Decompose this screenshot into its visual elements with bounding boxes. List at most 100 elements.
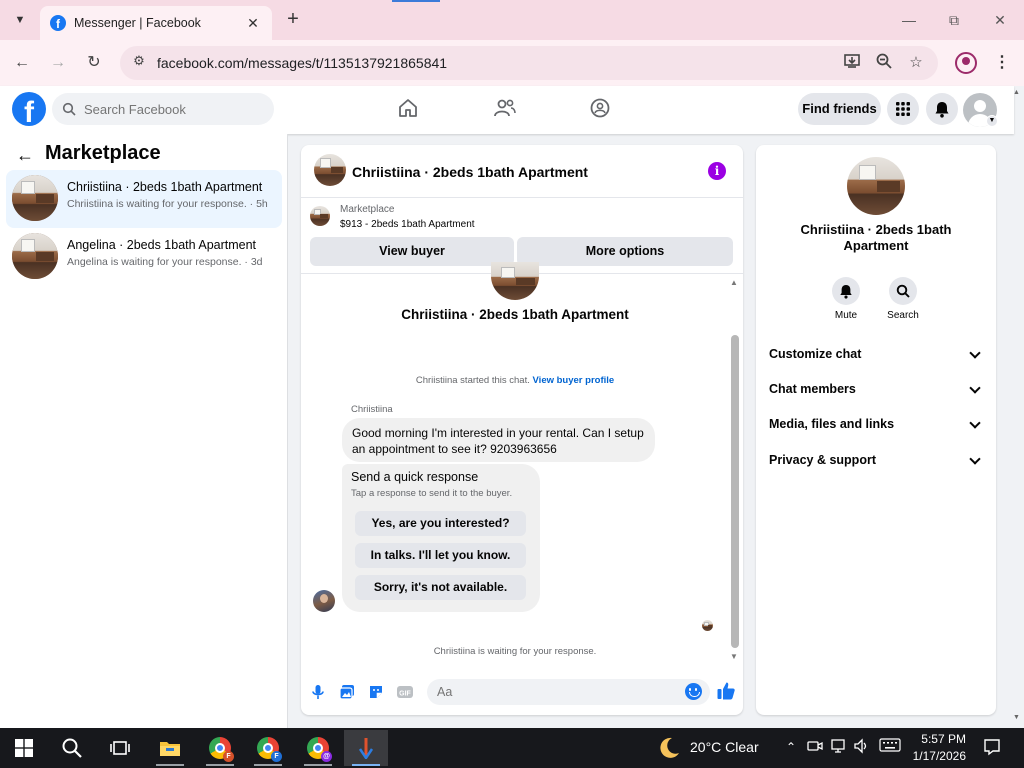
chrome-menu-icon[interactable]: ⋮ [994, 52, 1010, 74]
bookmark-star-icon[interactable]: ☆ [905, 52, 927, 74]
chrome-profile-purple-taskbar-icon[interactable]: @ [296, 730, 340, 766]
new-tab-plus-icon[interactable]: + [282, 9, 304, 31]
windows-start-icon[interactable] [2, 730, 46, 766]
view-buyer-profile-link[interactable]: View buyer profile [533, 375, 615, 386]
chevron-down-icon [969, 347, 981, 359]
listing-label: Marketplace [340, 204, 395, 215]
quick-reply-button[interactable]: Sorry, it's not available. [355, 575, 526, 600]
chevron-down-icon [969, 453, 981, 465]
customize-chat-row[interactable]: Customize chat [769, 347, 985, 367]
account-chevron-icon[interactable]: ▼ [986, 115, 998, 127]
search-label[interactable]: Search [873, 310, 933, 321]
sender-avatar[interactable] [313, 590, 335, 612]
chat-header-thumbnail[interactable] [314, 154, 346, 186]
chat-scroll-down-icon[interactable]: ▼ [730, 652, 738, 661]
row-label: Privacy & support [769, 453, 876, 467]
listing-price: $913 - 2beds 1bath Apartment [340, 219, 475, 230]
facebook-logo-icon[interactable]: f [12, 92, 46, 126]
volume-icon[interactable] [852, 738, 870, 756]
media-files-links-row[interactable]: Media, files and links [769, 417, 985, 437]
url-text[interactable]: facebook.com/messages/t/1135137921865841 [157, 55, 447, 71]
chrome-profile-f-taskbar-icon[interactable]: F [198, 730, 242, 766]
chevron-down-icon [969, 382, 981, 394]
reload-icon[interactable]: ↻ [82, 51, 106, 75]
taskbar-search-icon[interactable] [50, 730, 94, 766]
row-label: Media, files and links [769, 417, 895, 431]
task-view-icon[interactable] [98, 730, 142, 766]
browser-tab-messenger[interactable]: f Messenger | Facebook ✕ [40, 6, 272, 40]
message-bubble[interactable]: Good morning I'm interested in your rent… [342, 418, 655, 462]
clock-date[interactable]: 1/17/2026 [906, 749, 966, 763]
listing-profile-image [847, 157, 905, 215]
conversation-title: Angelina · 2beds 1bath Apartment [67, 238, 257, 252]
home-icon[interactable] [397, 97, 421, 121]
conversation-title: Chriistiina · 2beds 1bath Apartment [67, 180, 263, 194]
meet-now-icon[interactable] [806, 738, 824, 756]
chat-members-row[interactable]: Chat members [769, 382, 985, 402]
chat-profile-image [491, 262, 539, 300]
tab-search-chevron-icon[interactable]: ▼ [8, 8, 32, 32]
quick-reply-button[interactable]: In talks. I'll let you know. [355, 543, 526, 568]
tab-close-icon[interactable]: ✕ [244, 15, 262, 32]
back-arrow-icon[interactable]: ← [14, 145, 36, 165]
chevron-down-icon [969, 417, 981, 429]
chrome-profile-icon[interactable] [955, 52, 977, 74]
info-panel-title: Chriistiina · 2beds 1bath Apartment [800, 222, 952, 253]
site-info-icon[interactable]: ⚙ [130, 53, 148, 73]
restore-window-icon[interactable]: ⧉ [941, 8, 967, 32]
chat-scrollbar-thumb[interactable] [731, 335, 739, 648]
file-explorer-icon[interactable] [148, 730, 192, 766]
install-app-icon[interactable] [841, 52, 863, 74]
tab-accent-line [392, 0, 440, 2]
zoom-icon[interactable] [873, 52, 895, 74]
message-compose-input[interactable] [427, 679, 710, 705]
chat-scroll-up-icon[interactable]: ▲ [730, 278, 738, 287]
waiting-status-text: Chriistiina is waiting for your response… [433, 646, 597, 657]
sticker-icon[interactable] [367, 683, 385, 701]
photo-gallery-icon[interactable] [338, 683, 356, 701]
close-window-icon[interactable]: ✕ [987, 8, 1013, 32]
groups-icon[interactable] [589, 97, 613, 121]
menu-grid-icon[interactable] [887, 93, 919, 125]
weather-moon-icon[interactable] [656, 735, 682, 761]
keyboard-icon[interactable] [878, 738, 902, 756]
thumbs-up-icon[interactable] [716, 681, 735, 700]
page-scroll-up-icon[interactable]: ▲ [1013, 89, 1020, 96]
clock-time[interactable]: 5:57 PM [916, 732, 966, 746]
quick-response-title: Send a quick response [351, 470, 479, 484]
more-options-button[interactable]: More options [517, 237, 733, 266]
network-icon[interactable] [829, 738, 847, 756]
sidebar-title: Marketplace [45, 142, 161, 164]
back-arrow-icon[interactable]: ← [10, 51, 34, 75]
chat-title[interactable]: Chriistiina · 2beds 1bath Apartment [352, 164, 588, 180]
facebook-favicon-icon: f [50, 15, 66, 31]
notification-center-icon[interactable] [983, 738, 1001, 756]
forward-arrow-icon[interactable]: → [46, 51, 70, 75]
tray-overflow-chevron-icon[interactable]: ⌃ [782, 738, 800, 756]
facebook-search-box[interactable] [52, 93, 274, 125]
quick-reply-button[interactable]: Yes, are you interested? [355, 511, 526, 536]
gif-icon[interactable]: GIF [396, 683, 414, 701]
mute-bell-icon[interactable] [832, 277, 860, 305]
page-scroll-down-icon[interactable]: ▼ [1013, 714, 1020, 721]
conversation-item-angelina[interactable]: Angelina · 2beds 1bath Apartment Angelin… [6, 228, 282, 286]
divider [301, 197, 743, 198]
conversation-info-icon[interactable]: i [708, 162, 726, 180]
mute-label[interactable]: Mute [816, 310, 876, 321]
find-friends-button[interactable]: Find friends [798, 93, 881, 125]
notifications-bell-icon[interactable] [926, 93, 958, 125]
conversation-item-chriistiina[interactable]: Chriistiina · 2beds 1bath Apartment Chri… [6, 170, 282, 228]
minimize-window-icon[interactable]: — [896, 8, 922, 32]
microphone-icon[interactable] [309, 683, 327, 701]
emoji-icon[interactable] [685, 683, 702, 700]
search-conversation-icon[interactable] [889, 277, 917, 305]
facebook-search-input[interactable] [84, 101, 264, 117]
chrome-profile-blue-taskbar-icon[interactable]: F [246, 730, 290, 766]
view-buyer-button[interactable]: View buyer [310, 237, 514, 266]
listing-thumbnail [310, 206, 330, 226]
active-app-taskbar-icon[interactable] [344, 730, 388, 766]
privacy-support-row[interactable]: Privacy & support [769, 453, 985, 473]
weather-text[interactable]: 20°C Clear [690, 739, 759, 755]
friends-icon[interactable] [493, 97, 517, 121]
quick-response-subtitle: Tap a response to send it to the buyer. [351, 488, 513, 499]
